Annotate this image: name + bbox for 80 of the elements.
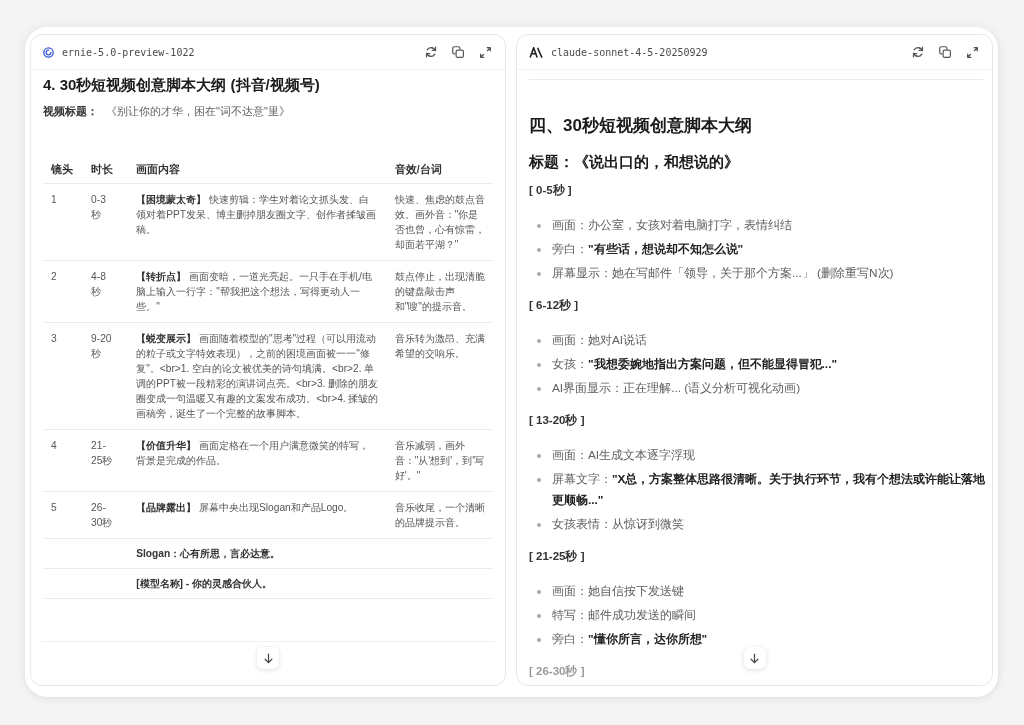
expand-button[interactable] — [964, 44, 980, 60]
bullet-text: 屏幕显示：她在写邮件「领导，关于那个方案...」 (删除重写N次) — [552, 265, 894, 282]
bullet-icon — [537, 387, 541, 391]
refresh-icon — [425, 46, 437, 58]
bullet-text: 旁白："懂你所言，达你所想" — [552, 631, 708, 648]
bullet-icon — [537, 638, 541, 642]
copy-icon — [939, 46, 951, 58]
expand-button[interactable] — [477, 44, 493, 60]
time-range-label: [ 26-30秒 ] — [529, 664, 586, 679]
arrow-down-icon — [750, 652, 759, 664]
bullet-text: 画面：她自信按下发送键 — [552, 583, 684, 600]
column-header: 镜头 — [43, 156, 84, 184]
bullet-text: AI界面显示：正在理解... (语义分析可视化动画) — [552, 380, 801, 397]
copy-icon — [452, 46, 464, 58]
refresh-icon — [912, 46, 924, 58]
bullet-icon — [537, 523, 541, 527]
bullet-icon — [537, 272, 541, 276]
video-title: 《别让你的才华，困在"词不达意"里》 — [106, 104, 290, 118]
expand-icon — [966, 46, 978, 58]
bullet-icon — [537, 248, 541, 252]
bullet-text: 女孩："我想委婉地指出方案问题，但不能显得冒犯..." — [552, 356, 838, 373]
bullet-text: 屏幕文字："X总，方案整体思路很清晰。关于执行环节，我有个想法或许能让落地更顺畅..." — [552, 471, 987, 509]
table-cell: 0-3秒 — [83, 183, 129, 261]
table-cell: 【转折点】 画面变暗，一道光亮起。一只手在手机/电脑上输入一行字："帮我把这个想法，写得更动人一些。" — [128, 260, 387, 323]
bullet-text: 画面：AI生成文本逐字浮现 — [552, 447, 696, 464]
table-cell: 音乐减弱，画外音："从'想到'，到'写好'。" — [386, 429, 493, 492]
column-header: 音效/台词 — [386, 156, 493, 184]
table-cell: 【价值升华】 画面定格在一个用户满意微笑的特写，背景是完成的作品。 — [128, 429, 387, 492]
bullet-text: 画面：她对AI说话 — [552, 332, 648, 349]
model-logo-icon — [529, 46, 543, 58]
swirl-logo-icon — [43, 46, 54, 58]
bullet-text: 女孩表情：从惊讶到微笑 — [552, 516, 684, 533]
bullet-icon — [537, 339, 541, 343]
table-cell: 音乐转为激昂、充满希望的交响乐。 — [386, 322, 493, 430]
scroll-down-button[interactable] — [743, 647, 766, 669]
bullet-icon — [537, 224, 541, 228]
time-range-label: [ 13-20秒 ] — [529, 413, 586, 428]
column-header: 时长 — [83, 156, 129, 184]
copy-button[interactable] — [937, 44, 953, 60]
arrow-down-icon — [263, 652, 273, 664]
bullet-icon — [537, 363, 541, 367]
script-title: 标题：《说出口的，和想说的》 — [529, 152, 740, 172]
table-cell: 2 — [43, 260, 84, 323]
bullet-icon — [537, 614, 541, 618]
table-cell: 21-25秒 — [83, 429, 129, 492]
section-heading: 四、30秒短视频创意脚本大纲 — [529, 115, 753, 137]
model-name: ernie-5.0-preview-1022 — [62, 46, 195, 58]
time-range-label: [ 0-5秒 ] — [529, 183, 573, 198]
table-cell: 5 — [43, 491, 84, 539]
expand-icon — [479, 46, 491, 58]
scroll-down-button[interactable] — [257, 647, 279, 669]
table-cell: 4 — [43, 429, 84, 492]
table-cell: 1 — [43, 183, 84, 261]
table-cell: Slogan：心有所思，言必达意。 — [128, 538, 493, 569]
section-heading: 4. 30秒短视频创意脚本大纲 (抖音/视频号) — [43, 75, 321, 95]
table-cell: 快速、焦虑的鼓点音效。画外音："你是否也曾，心有惊雷，却面若平湖？" — [386, 183, 493, 261]
model-name: claude-sonnet-4-5-20250929 — [551, 46, 708, 58]
table-cell: 【困境蒙太奇】 快速剪辑：学生对着论文抓头发、白领对着PPT发呆、博主删掉朋友圈文字、创作者揉皱画稿。 — [128, 183, 387, 261]
regenerate-button[interactable] — [910, 44, 926, 60]
bullet-icon — [537, 590, 541, 594]
table-cell: 音乐收尾，一个清晰的品牌提示音。 — [386, 491, 493, 539]
time-range-label: [ 21-25秒 ] — [529, 549, 586, 564]
table-cell: 【蜕变展示】 画面随着模型的"思考"过程（可以用流动的粒子或文字特效表现），之前的困境画面被一一"修复"。<br>1. 空白的论文被优美的诗句填满。<br>2. 单调的PPT被一段精彩的演讲词点亮。<br>3. 删除的朋友圈变成一句温暖又有趣的文案发布成功。<br>4. 揉皱的画稿旁，诞生了一个完整的故事脚本。 — [128, 322, 387, 430]
bullet-icon — [537, 454, 541, 458]
table-cell: 9-20秒 — [83, 322, 129, 430]
column-header: 画面内容 — [128, 156, 387, 184]
table-cell: 26-30秒 — [83, 491, 129, 539]
bullet-text: 画面：办公室，女孩对着电脑打字，表情纠结 — [552, 217, 792, 234]
table-cell: 3 — [43, 322, 84, 430]
table-cell: 【品牌露出】 屏幕中央出现Slogan和产品Logo。 — [128, 491, 387, 539]
bullet-text: 旁白："有些话，想说却不知怎么说" — [552, 241, 744, 258]
bullet-text: 特写：邮件成功发送的瞬间 — [552, 607, 696, 624]
table-cell: [模型名称] - 你的灵感合伙人。 — [128, 568, 493, 599]
table-cell: 4-8秒 — [83, 260, 129, 323]
time-range-label: [ 6-12秒 ] — [529, 298, 580, 313]
regenerate-button[interactable] — [423, 44, 439, 60]
table-cell: 鼓点停止，出现清脆的键盘敲击声和"嗖"的提示音。 — [386, 260, 493, 323]
bullet-icon — [537, 478, 541, 482]
copy-button[interactable] — [450, 44, 466, 60]
field-label: 视频标题： — [43, 104, 98, 118]
